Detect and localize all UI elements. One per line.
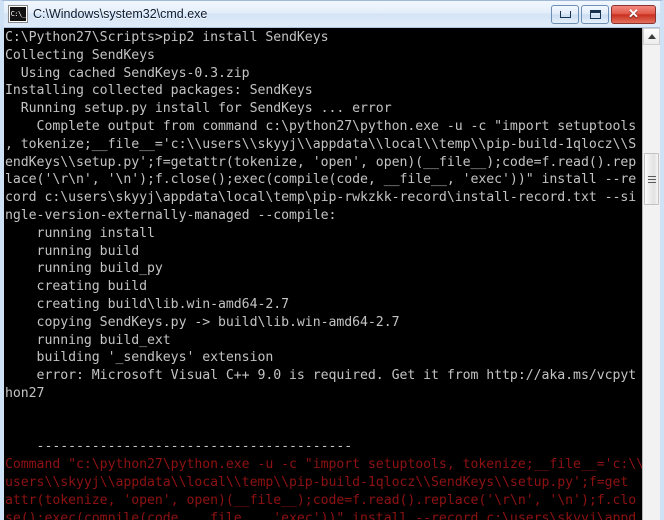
window-controls: ✕ xyxy=(551,4,656,24)
scrollbar-thumb[interactable] xyxy=(644,153,659,205)
console-line: creating build\lib.win-amd64-2.7 xyxy=(5,296,290,312)
console-output[interactable]: C:\Python27\Scripts>pip2 install SendKey… xyxy=(4,28,642,520)
console-line: building '_sendkeys' extension xyxy=(5,350,274,366)
console-line: ngle-version-externally-managed --compil… xyxy=(5,207,337,223)
close-icon: ✕ xyxy=(628,6,639,21)
console-line: Collecting SendKeys xyxy=(5,47,155,63)
console-line: lace('\r\n', '\n');f.close();exec(compil… xyxy=(5,172,637,188)
console-line: Running setup.py install for SendKeys ..… xyxy=(5,101,392,117)
grip-icon xyxy=(647,175,656,183)
console-line: creating build xyxy=(5,279,148,295)
cmd-icon: C:\_ xyxy=(9,6,27,22)
close-button[interactable]: ✕ xyxy=(611,4,656,24)
console-line: copying SendKeys.py -> build\lib.win-amd… xyxy=(5,314,400,330)
maximize-button[interactable] xyxy=(581,4,609,24)
console-line: , tokenize;__file__='c:\\users\\skyyj\\a… xyxy=(5,136,637,152)
console-line: Installing collected packages: SendKeys xyxy=(5,83,313,99)
console-line: running install xyxy=(5,225,155,241)
console-line: running build_py xyxy=(5,261,163,277)
console-line: error: Microsoft Visual C++ 9.0 is requi… xyxy=(5,368,637,384)
scroll-up-button[interactable] xyxy=(643,28,660,45)
chevron-up-icon xyxy=(647,34,656,39)
console-line: running build_ext xyxy=(5,332,171,348)
console-line: Complete output from command c:\python27… xyxy=(5,118,637,134)
console-line: cord c:\users\skyyj\appdata\local\temp\p… xyxy=(5,190,637,206)
console-line: users\\skyyj\\appdata\\local\\temp\\pip-… xyxy=(5,474,629,490)
console-line: endKeys\\setup.py';f=getattr(tokenize, '… xyxy=(5,154,637,170)
console-text: C:\Python27\Scripts>pip2 install SendKey… xyxy=(5,29,642,520)
console-line: se();exec(compile(code, __file__, 'exec'… xyxy=(5,510,637,520)
console-line: ---------------------------------------- xyxy=(5,439,353,455)
minimize-button[interactable] xyxy=(551,4,579,24)
title-bar[interactable]: C:\_ C:\Windows\system32\cmd.exe ✕ xyxy=(4,1,660,28)
cmd-window: C:\_ C:\Windows\system32\cmd.exe ✕ C:\Py… xyxy=(0,0,664,520)
maximize-icon xyxy=(582,6,608,23)
window-title: C:\Windows\system32\cmd.exe xyxy=(33,7,208,21)
console-line: C:\Python27\Scripts>pip2 install SendKey… xyxy=(5,30,329,45)
console-line: running build xyxy=(5,243,140,259)
console-line: Command "c:\python27\python.exe -u -c "i… xyxy=(5,457,642,473)
vertical-scrollbar[interactable] xyxy=(642,28,660,520)
scrollbar-track[interactable] xyxy=(643,45,660,520)
console-line: Using cached SendKeys-0.3.zip xyxy=(5,65,250,81)
console-line: hon27 xyxy=(5,385,45,401)
console-line: attr(tokenize, 'open', open)(__file__);c… xyxy=(5,492,637,508)
console-client-area: C:\Python27\Scripts>pip2 install SendKey… xyxy=(4,28,660,520)
minimize-icon xyxy=(552,6,578,23)
